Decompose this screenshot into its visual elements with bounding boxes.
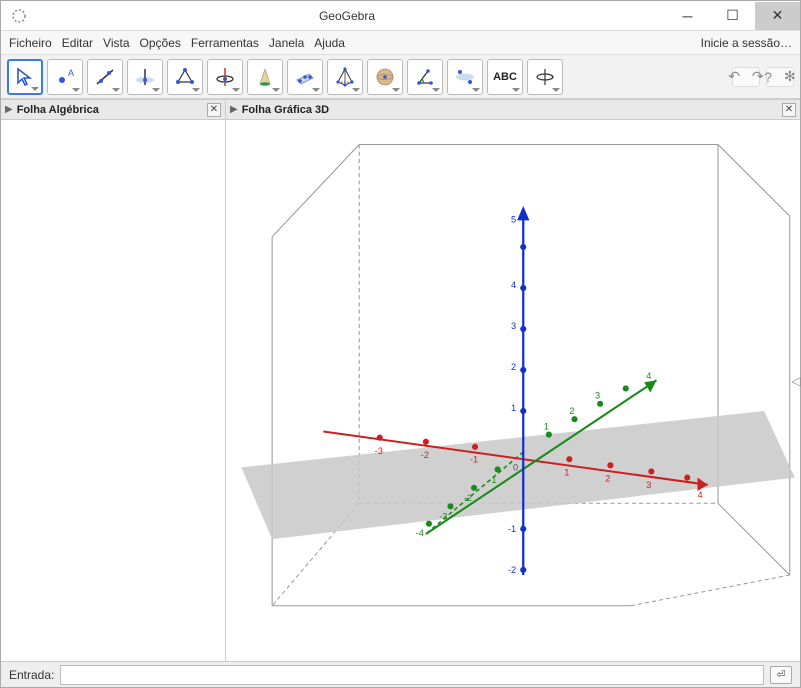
content-area: ▶ Folha Algébrica ✕ ▶ Folha Gráfica 3D ✕ [1, 99, 800, 661]
algebra-panel-header: ▶ Folha Algébrica ✕ [1, 100, 225, 120]
svg-text:-1: -1 [508, 524, 516, 534]
text-tool[interactable]: ABC [487, 59, 523, 95]
svg-text:3: 3 [595, 391, 600, 401]
sphere-tool[interactable] [367, 59, 403, 95]
help-button[interactable]: ? [764, 69, 772, 85]
rotate-view-tool[interactable] [527, 59, 563, 95]
svg-text:3: 3 [646, 480, 651, 490]
window-controls: ─ ☐ ✕ [665, 2, 800, 30]
svg-text:5: 5 [511, 214, 516, 224]
svg-text:-3: -3 [375, 446, 383, 456]
session-link[interactable]: Inicie a sessão… [701, 36, 792, 50]
line-tool[interactable] [87, 59, 123, 95]
collapse-icon[interactable]: ▶ [5, 104, 13, 115]
svg-text:3: 3 [511, 321, 516, 331]
svg-text:A: A [68, 68, 74, 78]
svg-text:2: 2 [605, 474, 610, 484]
graphics3d-panel-title: Folha Gráfica 3D [242, 104, 782, 116]
minimize-button[interactable]: ─ [665, 2, 710, 30]
titlebar: GeoGebra ─ ☐ ✕ [1, 1, 800, 31]
app-icon [9, 6, 29, 26]
svg-text:2: 2 [569, 406, 574, 416]
svg-text:1: 1 [564, 468, 569, 478]
svg-text:4: 4 [698, 490, 703, 500]
graphics3d-panel-header: ▶ Folha Gráfica 3D ✕ [226, 100, 800, 120]
menu-ficheiro[interactable]: Ficheiro [9, 36, 52, 50]
input-bar: Entrada: ⏎ [1, 661, 800, 687]
menu-vista[interactable]: Vista [103, 36, 129, 50]
svg-text:-1: -1 [488, 475, 496, 485]
svg-text:2: 2 [511, 362, 516, 372]
graphics3d-canvas[interactable]: -3 -2 -1 1 2 3 4 [226, 120, 800, 661]
point-tool[interactable]: A [47, 59, 83, 95]
side-panel-toggle[interactable]: ◁ [791, 371, 801, 391]
svg-text:-2: -2 [508, 565, 516, 575]
graphics3d-panel-close[interactable]: ✕ [782, 103, 796, 117]
view3d-svg: -3 -2 -1 1 2 3 4 [226, 120, 800, 661]
svg-text:0: 0 [513, 462, 518, 472]
undo-button[interactable]: ↶ [728, 68, 740, 85]
pyramid-tool[interactable] [327, 59, 363, 95]
plane-tool[interactable] [287, 59, 323, 95]
svg-text:-2: -2 [421, 450, 429, 460]
reflect-tool[interactable] [447, 59, 483, 95]
maximize-button[interactable]: ☐ [710, 2, 755, 30]
help-settings-group: ? ✻ [766, 67, 794, 87]
algebra-panel-title: Folha Algébrica [17, 104, 207, 116]
intersect-surfaces-tool[interactable] [247, 59, 283, 95]
algebra-panel: ▶ Folha Algébrica ✕ [1, 100, 226, 661]
collapse-icon[interactable]: ▶ [230, 104, 238, 115]
undo-redo-group: ↶ ↷ [732, 67, 760, 87]
svg-text:-4: -4 [416, 528, 424, 538]
angle-tool[interactable] [407, 59, 443, 95]
move-tool[interactable] [7, 59, 43, 95]
svg-text:1: 1 [511, 403, 516, 413]
circle-axis-tool[interactable] [207, 59, 243, 95]
menubar: Ficheiro Editar Vista Opções Ferramentas… [1, 31, 800, 55]
svg-text:1: 1 [544, 421, 549, 431]
svg-text:4: 4 [646, 371, 651, 381]
toolbar: A [1, 55, 800, 99]
menu-janela[interactable]: Janela [269, 36, 304, 50]
algebra-panel-body[interactable] [1, 120, 225, 661]
virtual-keyboard-button[interactable]: ⏎ [770, 666, 792, 684]
perpendicular-tool[interactable] [127, 59, 163, 95]
app-window: GeoGebra ─ ☐ ✕ Ficheiro Editar Vista Opç… [0, 0, 801, 688]
settings-button[interactable]: ✻ [784, 68, 796, 85]
svg-text:-3: -3 [439, 512, 447, 522]
svg-text:4: 4 [511, 280, 516, 290]
command-input[interactable] [60, 665, 764, 685]
menu-ajuda[interactable]: Ajuda [314, 36, 345, 50]
menu-opcoes[interactable]: Opções [140, 36, 181, 50]
close-button[interactable]: ✕ [755, 2, 800, 30]
menu-ferramentas[interactable]: Ferramentas [191, 36, 259, 50]
input-label: Entrada: [9, 668, 54, 682]
algebra-panel-close[interactable]: ✕ [207, 103, 221, 117]
window-title: GeoGebra [29, 9, 665, 23]
graphics3d-panel: ▶ Folha Gráfica 3D ✕ [226, 100, 800, 661]
menu-editar[interactable]: Editar [62, 36, 93, 50]
svg-text:-2: -2 [464, 493, 472, 503]
polygon-tool[interactable] [167, 59, 203, 95]
svg-text:-1: -1 [470, 454, 478, 464]
redo-button[interactable]: ↷ [752, 68, 764, 85]
